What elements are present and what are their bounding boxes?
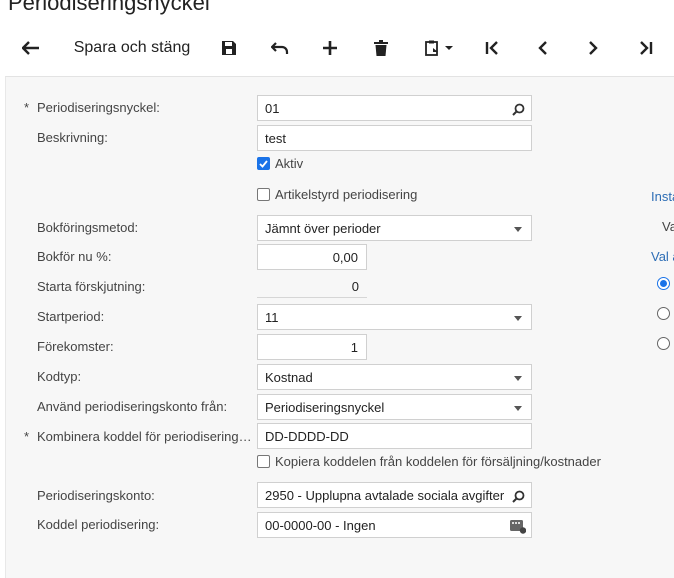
occurrences-field[interactable]: 1 (257, 334, 367, 360)
last-record-button[interactable] (630, 26, 660, 70)
clipboard-dropdown-icon (425, 40, 453, 56)
key-field[interactable]: 01 (257, 95, 532, 121)
deferral-subaccount-field[interactable]: 00-0000-00 - Ingen (257, 512, 532, 538)
method-value: Jämnt över perioder (265, 220, 381, 236)
code-type-value: Kostnad (265, 369, 313, 385)
copy-subaccount-label: Kopiera koddelen från koddelen för försä… (275, 454, 601, 469)
chevron-down-icon[interactable] (510, 310, 526, 326)
checkmark-icon (259, 159, 268, 168)
key-label: Periodiseringsnyckel: (37, 100, 160, 115)
item-based-label: Artikelstyrd periodisering (275, 187, 418, 202)
undo-button[interactable] (265, 26, 295, 70)
previous-record-icon (538, 41, 547, 55)
chevron-down-icon[interactable] (510, 221, 526, 237)
deferral-account-label: Periodiseringskonto: (37, 488, 155, 503)
plus-icon (323, 41, 337, 55)
item-based-check-box[interactable] (257, 188, 270, 201)
toolbar: Spara och stäng (0, 26, 674, 70)
combine-subaccount-value: DD-DDDD-DD (265, 428, 349, 444)
page-title: Periodiseringsnyckel (8, 0, 210, 15)
deferral-subaccount-label: Koddel periodisering: (37, 517, 160, 532)
start-offset-value: 0 (257, 276, 367, 298)
add-button[interactable] (315, 26, 345, 70)
occurrences-value: 1 (350, 339, 358, 355)
save-close-button[interactable]: Spara och stäng (62, 26, 202, 70)
back-button[interactable] (14, 26, 48, 70)
start-period-label: Startperiod: (37, 309, 105, 324)
start-period-select[interactable]: 11 (257, 304, 532, 330)
post-now-field[interactable]: 0,00 (257, 244, 367, 270)
next-record-button[interactable] (578, 26, 608, 70)
active-checkbox[interactable]: Aktiv (257, 156, 303, 171)
first-record-button[interactable] (478, 26, 508, 70)
post-now-value: 0,00 (332, 249, 358, 265)
first-record-icon (485, 41, 498, 55)
save-button[interactable] (214, 26, 244, 70)
side-link-instructions[interactable]: Insta (651, 189, 674, 204)
start-period-value: 11 (265, 309, 279, 325)
clipboard-menu-button[interactable] (418, 26, 462, 70)
search-icon[interactable] (510, 101, 526, 117)
floppy-disk-icon (222, 41, 236, 55)
post-now-label: Bokför nu %: (37, 249, 112, 264)
chevron-down-icon[interactable] (510, 370, 526, 386)
arrow-left-icon (22, 41, 39, 55)
account-from-select[interactable]: Periodiseringsnyckel (257, 394, 532, 420)
combine-subaccount-label: Kombinera koddel för periodisering… (37, 429, 252, 444)
search-icon[interactable] (510, 488, 526, 504)
code-type-label: Kodtyp: (37, 369, 82, 384)
copy-subaccount-checkbox[interactable]: Kopiera koddelen från koddelen för försä… (257, 454, 601, 469)
active-check-box[interactable] (257, 157, 270, 170)
previous-record-button[interactable] (528, 26, 558, 70)
deferral-subaccount-value: 00-0000-00 - Ingen (265, 517, 376, 533)
account-from-value: Periodiseringsnyckel (265, 399, 385, 415)
side-radio-1[interactable] (657, 277, 670, 290)
required-marker: * (24, 100, 30, 115)
side-radio-3[interactable] (657, 337, 670, 350)
description-label: Beskrivning: (37, 130, 108, 145)
trash-icon (374, 40, 388, 56)
start-offset-label: Starta förskjutning: (37, 279, 146, 294)
item-based-checkbox[interactable]: Artikelstyrd periodisering (257, 187, 417, 202)
code-type-select[interactable]: Kostnad (257, 364, 532, 390)
side-link-options[interactable]: Val a (651, 249, 674, 264)
description-field[interactable]: test (257, 125, 532, 151)
last-record-icon (640, 41, 653, 55)
method-label: Bokföringsmetod: (37, 220, 139, 235)
copy-subaccount-check-box[interactable] (257, 455, 270, 468)
required-marker: * (24, 429, 30, 444)
description-value: test (265, 130, 286, 146)
occurrences-label: Förekomster: (37, 339, 114, 354)
key-value: 01 (265, 100, 280, 116)
next-record-icon (589, 41, 598, 55)
side-radio-2[interactable] (657, 307, 670, 320)
save-close-label: Spara och stäng (73, 39, 191, 56)
combine-subaccount-field[interactable]: DD-DDDD-DD (257, 423, 532, 449)
undo-icon (271, 42, 289, 54)
segmented-key-icon[interactable] (510, 518, 526, 534)
chevron-down-icon[interactable] (510, 400, 526, 416)
deferral-account-field[interactable]: 2950 - Upplupna avtalade sociala avgifte… (257, 482, 532, 508)
method-select[interactable]: Jämnt över perioder (257, 215, 532, 241)
active-label: Aktiv (275, 156, 304, 171)
account-from-label: Använd periodiseringskonto från: (37, 399, 228, 414)
side-text-value: Va (662, 219, 674, 234)
deferral-account-value: 2950 - Upplupna avtalade sociala avgifte… (265, 487, 505, 503)
delete-button[interactable] (366, 26, 396, 70)
